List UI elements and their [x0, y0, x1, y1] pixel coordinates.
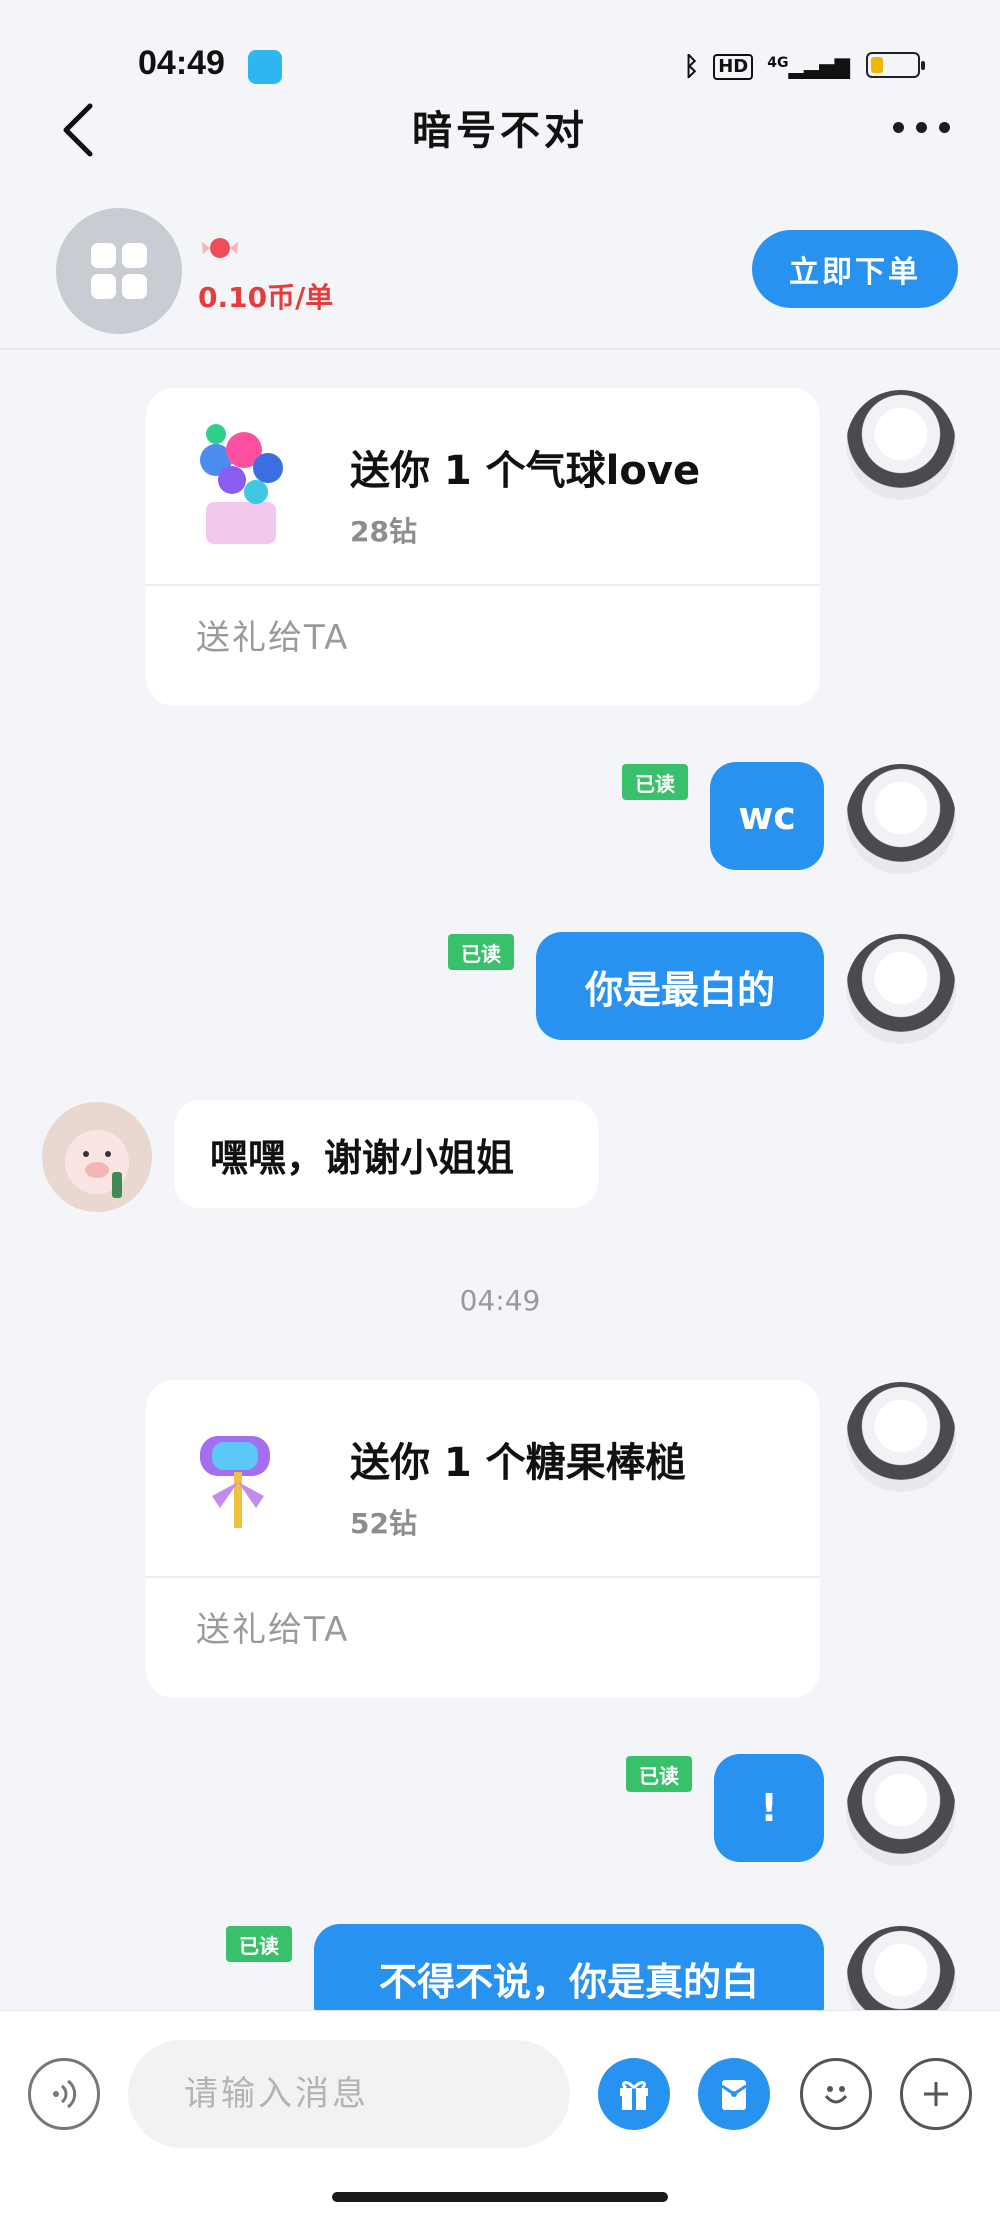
my-avatar[interactable]: [846, 1382, 956, 1492]
read-badge: 已读: [622, 764, 688, 800]
page-title: 暗号不对: [412, 108, 588, 154]
gift-card: 送你 1 个糖果棒槌 52钻 送礼给TA: [146, 1380, 820, 1698]
status-icons: ᛒ HD 4G▂▃▅▇: [684, 50, 850, 84]
battery-icon: [866, 52, 925, 78]
read-badge: 已读: [626, 1756, 692, 1792]
my-avatar[interactable]: [846, 764, 956, 874]
message-bubble-me[interactable]: 你是最白的: [536, 932, 824, 1040]
message-bubble-other[interactable]: 嘿嘿，谢谢小姐姐: [174, 1100, 598, 1208]
gift-price: 28钻: [350, 515, 417, 548]
candy-hammer-gift-icon: [186, 1412, 296, 1542]
contact-avatar[interactable]: [42, 1102, 152, 1212]
emoji-icon[interactable]: [800, 2058, 872, 2130]
send-gift-button[interactable]: 送礼给TA: [196, 1602, 349, 1651]
gift-price: 52钻: [350, 1507, 417, 1540]
message-timestamp: 04:49: [459, 1284, 541, 1317]
balloon-gift-icon: [186, 420, 296, 550]
service-avatar[interactable]: [56, 208, 182, 334]
message-bubble-me[interactable]: !: [714, 1754, 824, 1862]
my-avatar[interactable]: [846, 934, 956, 1044]
red-packet-icon[interactable]: [698, 2058, 770, 2130]
send-gift-button[interactable]: 送礼给TA: [196, 610, 349, 659]
hd-badge: HD: [713, 54, 754, 80]
gift-title: 送你 1 个气球love: [350, 448, 701, 494]
bluetooth-icon: ᛒ: [683, 52, 700, 82]
status-time: 04:49: [138, 44, 225, 82]
gift-card: 送你 1 个气球love 28钻 送礼给TA: [146, 388, 820, 706]
signal-icon: 4G▂▃▅▇: [767, 55, 850, 79]
price-label: 0.10币/单: [198, 281, 334, 314]
read-badge: 已读: [448, 934, 514, 970]
voice-icon[interactable]: [28, 2058, 100, 2130]
message-bubble-me[interactable]: wc: [710, 762, 824, 870]
read-badge: 已读: [226, 1926, 292, 1962]
home-indicator[interactable]: [332, 2192, 668, 2202]
plus-icon[interactable]: [900, 2058, 972, 2130]
my-avatar[interactable]: [846, 390, 956, 500]
my-avatar[interactable]: [846, 1756, 956, 1866]
grid-icon: [91, 243, 147, 299]
more-dots-icon[interactable]: [886, 112, 956, 142]
app-notification-icon: [248, 50, 282, 84]
gift-icon[interactable]: [598, 2058, 670, 2130]
gift-title: 送你 1 个糖果棒槌: [350, 1440, 686, 1486]
order-now-button[interactable]: 立即下单: [752, 230, 958, 308]
candy-icon: [200, 230, 240, 270]
message-input[interactable]: [128, 2040, 570, 2148]
